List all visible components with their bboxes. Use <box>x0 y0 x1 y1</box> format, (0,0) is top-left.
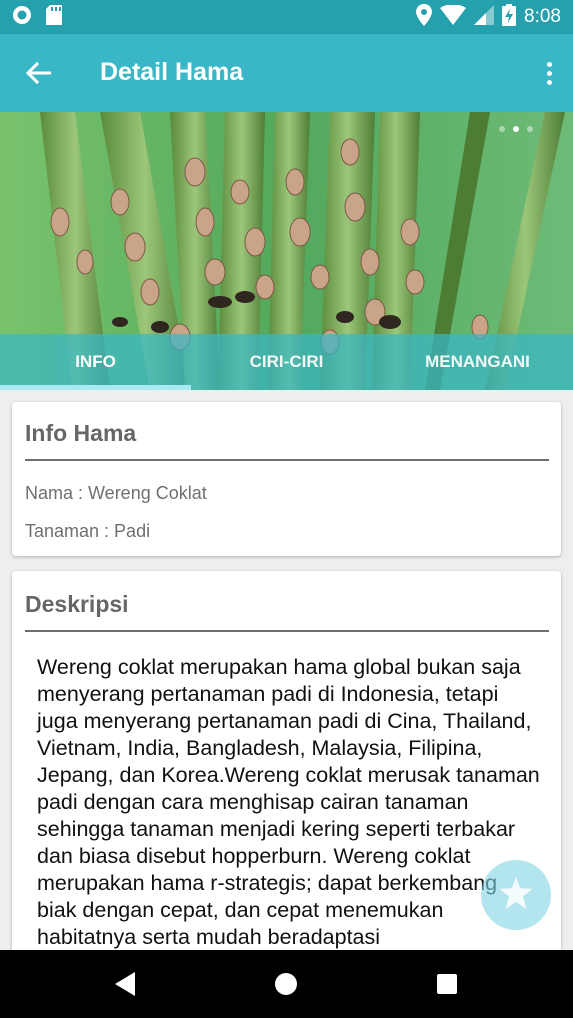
description-card: Deskripsi Wereng coklat merupakan hama g… <box>12 571 561 971</box>
description-card-title: Deskripsi <box>25 591 129 617</box>
status-bar: 8:08 <box>0 0 573 34</box>
screen: 8:08 Detail Hama INFO CIRI-CIRI MENANGAN… <box>0 0 573 1018</box>
tab-menangani[interactable]: MENANGANI <box>382 334 573 390</box>
tab-info-label: INFO <box>75 352 116 371</box>
tab-bar: INFO CIRI-CIRI MENANGANI <box>0 334 573 390</box>
tab-ciri-ciri-label: CIRI-CIRI <box>249 352 324 371</box>
location-icon <box>416 3 433 31</box>
more-vert-icon[interactable] <box>543 56 555 90</box>
status-time: 8:08 <box>524 6 561 27</box>
battery-charging-icon <box>502 3 517 31</box>
favorite-fab-button[interactable] <box>481 860 551 930</box>
pager-dot-active <box>513 126 519 132</box>
system-nav-bar <box>0 950 573 1018</box>
divider <box>25 459 549 461</box>
image-pager <box>499 126 533 132</box>
page-title: Detail Hama <box>100 58 244 86</box>
star-icon <box>499 876 533 914</box>
tab-ciri-ciri[interactable]: CIRI-CIRI <box>191 334 382 390</box>
pager-dot <box>499 126 505 132</box>
signal-icon <box>474 4 495 30</box>
arrow-back-icon[interactable] <box>20 56 56 90</box>
wifi-icon <box>440 3 467 30</box>
description-text: Wereng coklat merupakan hama global buka… <box>37 655 540 949</box>
back-triangle-icon[interactable] <box>106 966 146 1002</box>
pest-name: Nama : Wereng Coklat <box>25 483 207 503</box>
tab-indicator <box>0 385 191 390</box>
sd-card-icon <box>46 4 62 30</box>
home-circle-icon[interactable] <box>266 966 306 1002</box>
circle-notification-icon <box>12 5 32 30</box>
info-card: Info Hama Nama : Wereng Coklat Tanaman :… <box>12 402 561 556</box>
plant-name: Tanaman : Padi <box>25 521 151 541</box>
app-toolbar: Detail Hama <box>0 34 573 112</box>
pager-dot <box>527 126 533 132</box>
divider <box>25 630 549 632</box>
info-card-title: Info Hama <box>25 420 137 446</box>
tab-menangani-label: MENANGANI <box>425 352 530 371</box>
tab-info[interactable]: INFO <box>0 334 191 390</box>
recents-square-icon[interactable] <box>427 966 467 1002</box>
